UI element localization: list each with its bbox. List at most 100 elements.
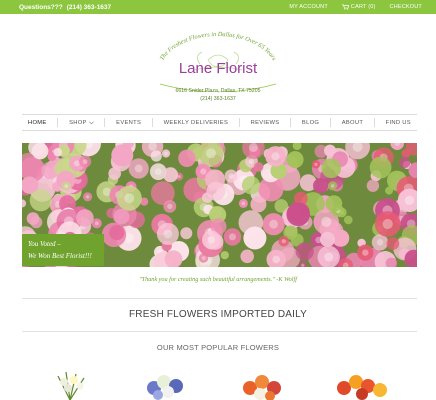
product-thumb-3[interactable] xyxy=(230,368,294,400)
flower-bloom xyxy=(241,176,261,195)
product-thumb-2[interactable] xyxy=(134,368,198,400)
flower-highlight xyxy=(124,193,135,204)
flower-highlight xyxy=(271,152,280,161)
flower-bloom xyxy=(325,195,343,212)
flower-bloom xyxy=(243,226,267,250)
cart-icon xyxy=(341,4,349,10)
product-thumb-4[interactable] xyxy=(326,368,398,400)
product-thumb-1[interactable] xyxy=(38,368,102,400)
flower-bloom xyxy=(76,209,94,227)
flower-highlight xyxy=(177,175,181,179)
testimonial-quote: "Thank you for creating such beautiful a… xyxy=(139,276,297,283)
contact-phone[interactable]: Questions??? (214) 363-1637 xyxy=(19,4,111,11)
flower-bloom xyxy=(180,227,193,240)
flower-bloom xyxy=(220,251,229,260)
nav-blog[interactable]: BLOG xyxy=(302,120,319,126)
svg-text:The Freshest Flowers in Dallas: The Freshest Flowers in Dallas for Over … xyxy=(159,31,278,62)
flower-highlight xyxy=(164,151,168,156)
checkout-link[interactable]: CHECKOUT xyxy=(390,4,422,10)
flower-highlight xyxy=(281,239,286,244)
flower-bloom xyxy=(386,237,400,250)
flower-bloom xyxy=(53,147,63,157)
flower-highlight xyxy=(206,148,216,159)
nav-divider xyxy=(290,118,292,127)
flower-bloom xyxy=(150,150,162,162)
section-divider xyxy=(22,331,417,332)
flower-highlight xyxy=(248,158,255,164)
flower-bloom xyxy=(369,156,392,179)
cart-link[interactable]: CART (0) xyxy=(341,4,376,10)
flower-bloom xyxy=(385,186,394,195)
nav-shop-label: SHOP xyxy=(69,119,87,126)
flower-bloom xyxy=(29,189,52,212)
logo-name: Lane Florist xyxy=(179,60,258,77)
flower-highlight xyxy=(207,236,215,244)
flower-highlight xyxy=(330,184,335,188)
section-divider xyxy=(22,298,417,299)
flower-highlight xyxy=(85,195,90,199)
nav-home[interactable]: HOME xyxy=(28,120,47,126)
nav-shop[interactable]: SHOP xyxy=(69,120,94,126)
logo-graphic: The Freshest Flowers in Dallas for Over … xyxy=(159,31,278,93)
flower-bloom xyxy=(240,249,254,264)
flower-highlight xyxy=(321,216,332,227)
nav-divider xyxy=(238,118,240,127)
flower-bloom xyxy=(286,202,311,227)
flower-bloom xyxy=(31,143,49,160)
chevron-down-icon xyxy=(88,121,94,124)
nav-events[interactable]: EVENTS xyxy=(116,120,141,126)
flower-highlight xyxy=(94,221,99,226)
flower-highlight xyxy=(82,159,88,164)
phone-number: (214) 363-1637 xyxy=(66,3,112,11)
flower-highlight xyxy=(154,168,162,176)
product-thumbnails xyxy=(0,368,436,400)
site-logo[interactable]: The Freshest Flowers in Dallas for Over … xyxy=(138,30,298,106)
flower-highlight xyxy=(64,184,69,188)
flower-highlight xyxy=(362,249,369,256)
flower-bloom xyxy=(398,156,411,169)
flower-highlight xyxy=(382,218,393,230)
flower-bloom xyxy=(253,162,264,172)
nav-reviews[interactable]: REVIEWS xyxy=(251,120,280,126)
flower-bloom xyxy=(109,225,125,241)
flower-bloom xyxy=(206,181,226,201)
section-heading: FRESH FLOWERS IMPORTED DAILY xyxy=(128,309,308,320)
flower-bloom xyxy=(295,242,314,261)
cart-label: CART (0) xyxy=(350,4,376,10)
flower-bloom xyxy=(178,149,196,167)
flower-bloom xyxy=(274,199,289,213)
flower-highlight xyxy=(228,173,234,179)
nav-weekly-deliveries[interactable]: WEEKLY DELIVERIES xyxy=(164,120,229,126)
flower-bloom xyxy=(344,215,353,225)
flower-highlight xyxy=(241,201,246,206)
popular-heading: OUR MOST POPULAR FLOWERS xyxy=(156,343,280,352)
flower-highlight xyxy=(272,255,281,264)
flower-highlight xyxy=(248,143,258,152)
flower-highlight xyxy=(200,168,207,175)
nav-find-us[interactable]: FIND US xyxy=(386,120,411,126)
flower-highlight xyxy=(167,203,173,209)
nav-divider xyxy=(104,118,106,127)
flower-highlight xyxy=(201,256,206,260)
nav-divider xyxy=(151,118,153,127)
nav-divider xyxy=(57,118,59,127)
logo-tagline: The Freshest Flowers in Dallas for Over … xyxy=(159,31,278,62)
account-links: MY ACCOUNT CART (0) CHECKOUT xyxy=(289,4,422,10)
flower-highlight xyxy=(269,219,278,229)
my-account-link[interactable]: MY ACCOUNT xyxy=(289,4,328,10)
nav-about[interactable]: ABOUT xyxy=(342,120,363,126)
flower-highlight xyxy=(134,164,143,173)
badge-line-2: We Won Best Florist!!! xyxy=(28,252,92,260)
flower-highlight xyxy=(376,239,384,246)
flower-highlight xyxy=(229,233,236,241)
flower-highlight xyxy=(324,252,334,262)
nav-divider xyxy=(373,118,375,127)
flower-bloom xyxy=(320,231,335,247)
flower-bloom xyxy=(250,196,267,213)
flower-highlight xyxy=(314,162,318,167)
flower-bloom xyxy=(366,179,380,192)
nav-divider xyxy=(329,118,331,127)
award-badge: You Voted – We Won Best Florist!!! xyxy=(22,234,104,266)
main-nav: HOME SHOP EVENTS WEEKLY DELIVERIES REVIE… xyxy=(22,114,417,131)
badge-line-1: You Voted – xyxy=(28,240,61,248)
